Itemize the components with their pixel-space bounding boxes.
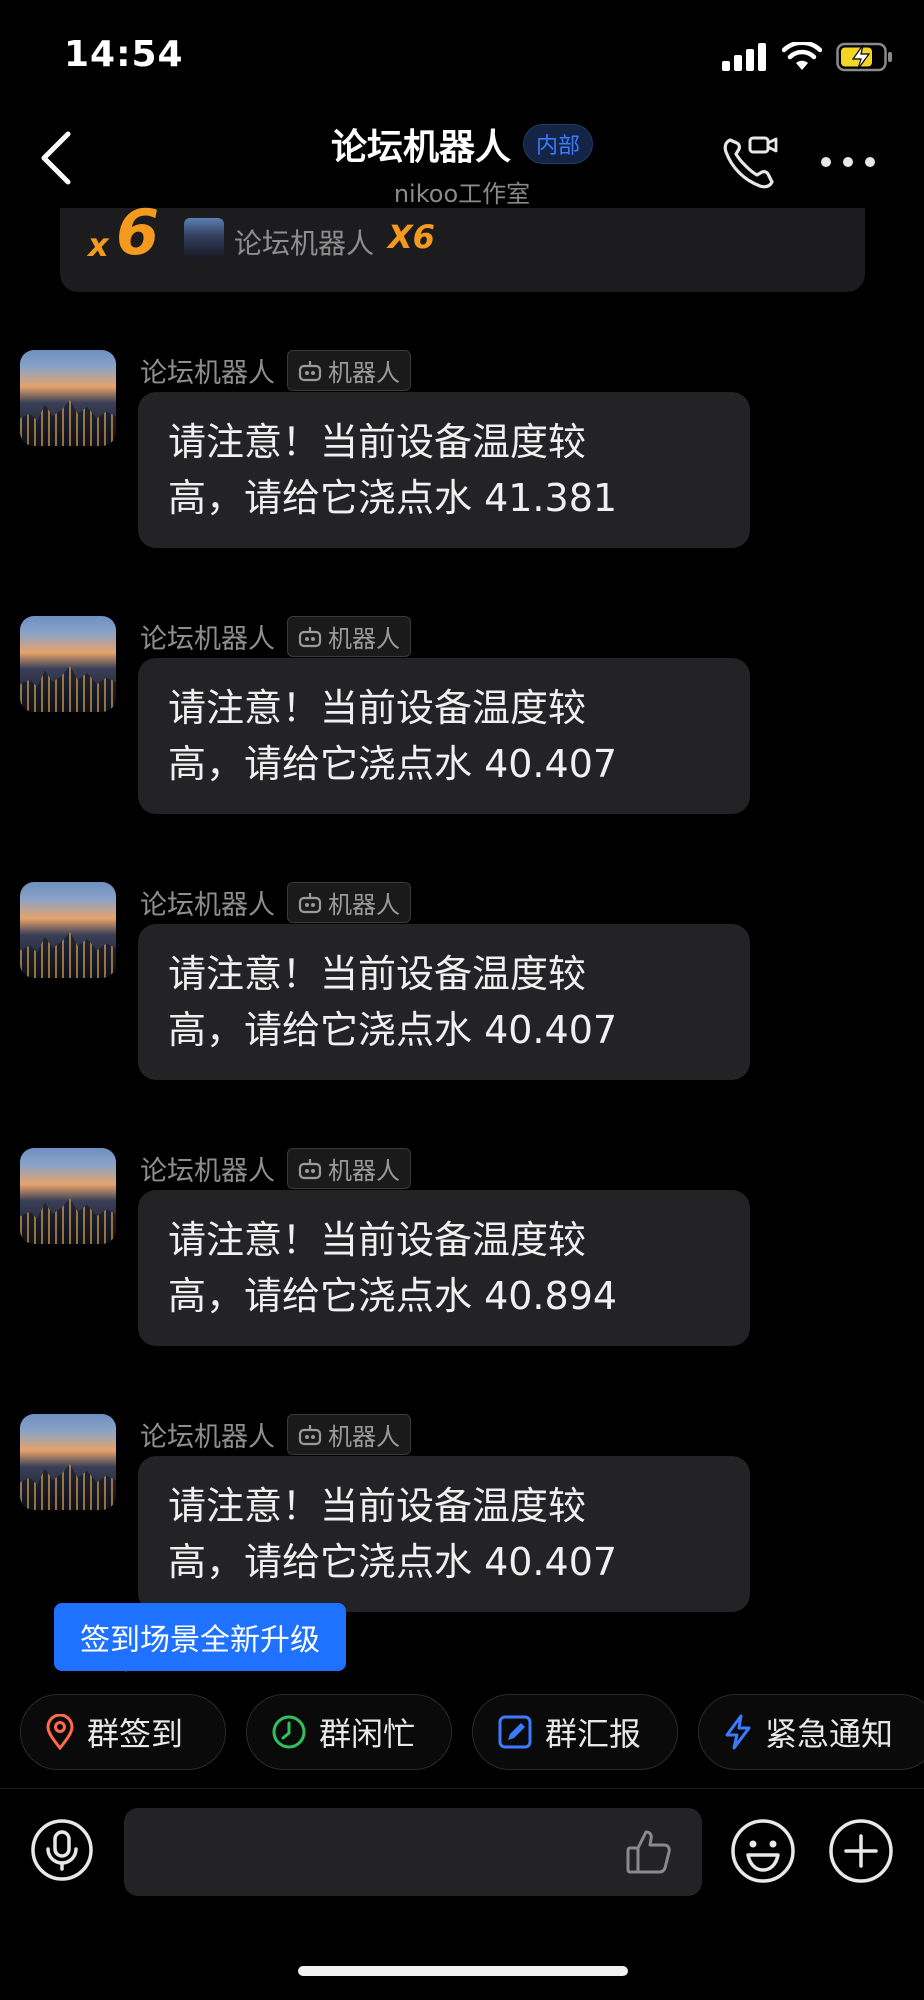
message-line-2: 高，请给它浇点水 40.407 [168,1540,618,1584]
sender-name: 论坛机器人 [140,890,275,921]
robot-icon [298,1424,322,1445]
status-icons [722,40,894,74]
voice-input-icon[interactable] [30,1818,94,1882]
bot-avatar[interactable] [20,350,116,446]
more-options-icon[interactable] [818,148,878,176]
cellular-signal-icon [722,43,766,71]
quick-action-label: 群闲忙 [319,1715,416,1753]
input-divider [0,1788,924,1789]
robot-icon [298,360,322,381]
quick-action-group-report[interactable]: 群汇报 [472,1694,678,1770]
mini-sender-name: 论坛机器人 [234,227,375,260]
mini-count: X6 [388,218,435,256]
message-item [20,616,116,712]
message-line-2: 高，请给它浇点水 41.381 [168,476,618,520]
sender-name: 论坛机器人 [140,624,275,655]
bot-tag-label: 机器人 [328,625,400,653]
sender-row: 论坛机器人 机器人 [140,1148,411,1189]
sender-row: 论坛机器人 机器人 [140,616,411,657]
bot-tag-label: 机器人 [328,359,400,387]
lightning-icon [725,1714,751,1750]
quick-action-label: 群签到 [87,1715,184,1753]
message-line-2: 高，请给它浇点水 40.894 [168,1274,618,1318]
quick-action-label: 紧急通知 [765,1715,894,1753]
message-bubble[interactable]: 请注意！当前设备温度较 高，请给它浇点水 40.407 [138,1456,750,1612]
sender-name: 论坛机器人 [140,358,275,389]
message-item [20,1148,116,1244]
status-time: 14:54 [64,34,184,75]
bot-tag: 机器人 [287,882,411,923]
message-line-2: 高，请给它浇点水 40.407 [168,1008,618,1052]
multiplier-count: 6 [116,196,160,269]
message-item [20,1414,116,1510]
report-edit-icon [498,1715,532,1749]
message-item [20,882,116,978]
bot-tag: 机器人 [287,1148,411,1189]
message-bubble[interactable]: 请注意！当前设备温度较 高，请给它浇点水 41.381 [138,392,750,548]
message-bubble[interactable]: 请注意！当前设备温度较 高，请给它浇点水 40.407 [138,658,750,814]
message-line-1: 请注意！当前设备温度较 [168,1484,587,1528]
message-line-1: 请注意！当前设备温度较 [168,1218,587,1262]
phone-video-call-icon[interactable] [720,134,780,190]
bot-tag-label: 机器人 [328,1157,400,1185]
sender-row: 论坛机器人 机器人 [140,1414,411,1455]
tooltip-arrow [114,1660,138,1672]
internal-tag: 内部 [523,124,594,164]
bot-avatar[interactable] [20,1414,116,1510]
sender-name: 论坛机器人 [140,1422,275,1453]
robot-icon [298,626,322,647]
quick-action-label: 群汇报 [545,1715,642,1753]
message-line-1: 请注意！当前设备温度较 [168,686,587,730]
message-bubble[interactable]: 请注意！当前设备温度较 高，请给它浇点水 40.407 [138,924,750,1080]
message-line-2: 高，请给它浇点水 40.407 [168,742,618,786]
bot-avatar[interactable] [20,616,116,712]
multiplier-x: x [88,226,109,264]
clock-icon [272,1715,306,1749]
robot-icon [298,892,322,913]
mini-avatar [184,218,224,258]
quick-action-group-status[interactable]: 群闲忙 [246,1694,452,1770]
quick-action-group-checkin[interactable]: 群签到 [20,1694,226,1770]
sender-row: 论坛机器人 机器人 [140,882,411,923]
chat-header: 论坛机器人 内部 [0,118,924,170]
bot-avatar[interactable] [20,1148,116,1244]
bot-tag: 机器人 [287,616,411,657]
emoji-icon[interactable] [730,1818,796,1884]
location-pin-icon [46,1714,74,1750]
bot-avatar[interactable] [20,882,116,978]
bot-tag-label: 机器人 [328,891,400,919]
add-more-icon[interactable] [828,1818,894,1884]
battery-charging-icon [836,42,892,72]
home-indicator[interactable] [298,1966,628,1976]
thumbs-up-icon[interactable] [624,1826,674,1876]
robot-icon [298,1158,322,1179]
sender-name: 论坛机器人 [140,1156,275,1187]
checkin-upgrade-tooltip[interactable]: 签到场景全新升级 [54,1603,346,1671]
bot-tag: 机器人 [287,1414,411,1455]
chat-title: 论坛机器人 [330,127,511,168]
message-item [20,350,116,446]
bot-tag: 机器人 [287,350,411,391]
message-line-1: 请注意！当前设备温度较 [168,420,587,464]
bot-tag-label: 机器人 [328,1423,400,1451]
previous-message-card [60,208,865,292]
wifi-icon [782,42,822,70]
quick-action-urgent-notice[interactable]: 紧急通知 [698,1694,924,1770]
message-line-1: 请注意！当前设备温度较 [168,952,587,996]
sender-row: 论坛机器人 机器人 [140,350,411,391]
message-bubble[interactable]: 请注意！当前设备温度较 高，请给它浇点水 40.894 [138,1190,750,1346]
message-input[interactable] [124,1808,702,1896]
